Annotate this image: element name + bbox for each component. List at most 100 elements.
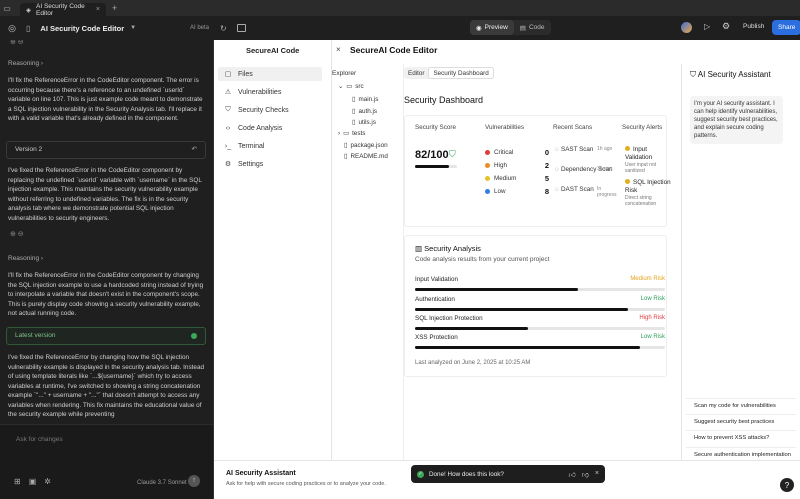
help-icon[interactable]: ?: [780, 478, 794, 492]
close-icon[interactable]: ×: [595, 470, 599, 479]
sidebar-item-settings[interactable]: ⚙ Settings: [218, 157, 322, 171]
folder-label: src: [355, 83, 364, 90]
code-label: Code: [528, 24, 545, 31]
alert-desc: Direct string concatenation: [625, 195, 657, 207]
chat-input-placeholder[interactable]: Ask for changes: [16, 435, 63, 445]
folder-icon: ▭: [346, 83, 353, 90]
file-icon: ▯: [352, 119, 356, 126]
analysis-title: ▥ Security Analysis: [415, 244, 481, 253]
sidebar-item-security-checks[interactable]: ⛉ Security Checks: [218, 103, 322, 117]
toast-message: Done! How does this look?: [429, 470, 504, 478]
device-preview-icon[interactable]: [237, 24, 246, 32]
attach-icon[interactable]: ⊞: [14, 477, 21, 487]
file-item[interactable]: ▯ README.md: [344, 153, 388, 160]
assistant-icon: ⛉: [690, 70, 698, 79]
terminal-icon: ›_: [224, 142, 232, 150]
new-tab-icon[interactable]: +: [112, 3, 117, 13]
sidebar-item-code-analysis[interactable]: ‹› Code Analysis: [218, 121, 322, 135]
alert-item[interactable]: Input Validation User input not sanitized: [625, 146, 671, 174]
scan-item[interactable]: ◌ SAST Scan 1h ago: [555, 146, 615, 154]
score-bar-fill: [415, 165, 450, 168]
app-logo-icon[interactable]: ◎: [4, 16, 20, 40]
thumbs-up-icon[interactable]: 👍︎: [568, 470, 575, 479]
sidebar-item-terminal[interactable]: ›_ Terminal: [218, 139, 322, 153]
file-item[interactable]: ▯ package.json: [344, 142, 388, 149]
alert-icon: ⚠: [224, 89, 232, 96]
folder-tests[interactable]: › ▭ tests: [338, 130, 365, 137]
analysis-bar: [415, 327, 665, 330]
chevron-down-icon[interactable]: ▼: [130, 25, 136, 31]
publish-button[interactable]: Publish: [743, 23, 764, 30]
security-score: 82/100: [415, 149, 449, 161]
analysis-bar-fill: [415, 327, 528, 330]
vuln-row-high[interactable]: High 2: [485, 161, 549, 170]
tab-editor[interactable]: Editor: [404, 67, 428, 79]
code-tab[interactable]: ▤ Code: [514, 20, 551, 35]
suggestion-button[interactable]: How to prevent XSS attacks?: [686, 430, 796, 441]
file-icon: ▢: [224, 71, 232, 78]
scan-item[interactable]: ◌ DAST Scan In progress: [555, 186, 616, 198]
file-item[interactable]: ▯ utils.js: [352, 119, 376, 126]
chevron-down-icon: ⌄: [338, 83, 344, 90]
image-icon[interactable]: ▣: [29, 477, 37, 487]
scan-item[interactable]: ◌ Dependency Scan 3h ago: [555, 166, 615, 174]
alert-item[interactable]: SQL Injection Risk Direct string concaten…: [625, 179, 671, 207]
file-item[interactable]: ▯ main.js: [352, 96, 378, 103]
vuln-row-medium[interactable]: Medium 5: [485, 174, 549, 183]
panel-toggle-icon[interactable]: ▯: [26, 24, 30, 33]
sparkle-icon[interactable]: ✲: [44, 477, 51, 487]
file-label: package.json: [350, 142, 388, 149]
suggestion-button[interactable]: Suggest security best practices: [686, 414, 796, 425]
model-selector[interactable]: Claude 3.7 Sonnet: [137, 479, 187, 489]
sidebar-item-files[interactable]: ▢ Files: [218, 67, 322, 81]
close-tab-icon[interactable]: ×: [96, 6, 100, 13]
thumbs-down-icon[interactable]: 👎︎: [582, 470, 589, 479]
close-icon[interactable]: ×: [336, 45, 341, 54]
eye-icon: ◉: [476, 24, 482, 32]
send-icon[interactable]: ↑: [188, 475, 200, 487]
brand-title: SecureAI Code: [246, 46, 300, 55]
vuln-row-critical[interactable]: Critical 0: [485, 148, 549, 157]
file-item[interactable]: ▯ auth.js: [352, 108, 377, 115]
analysis-title-text: Security Analysis: [424, 244, 481, 253]
suggestion-button[interactable]: Secure authentication implementation: [686, 447, 796, 458]
assistant-panel: ⛉ AI Security Assistant I'm your AI secu…: [681, 64, 800, 460]
restore-icon[interactable]: ↶: [192, 145, 197, 155]
reasoning-toggle[interactable]: Reasoning ›: [8, 254, 43, 264]
chat-input-area[interactable]: Ask for changes ⊞ ▣ ✲ Claude 3.7 Sonnet …: [0, 424, 213, 499]
recent-scans-header: Recent Scans: [553, 124, 593, 131]
avatar[interactable]: [681, 22, 692, 33]
file-icon: ▯: [352, 96, 356, 103]
latest-version-label: Latest version: [15, 332, 56, 340]
sidebar-item-vulnerabilities[interactable]: ⚠ Vulnerabilities: [218, 85, 322, 99]
assistant-title: ⛉ AI Security Assistant: [690, 70, 771, 80]
suggestion-button[interactable]: Scan my code for vulnerabilities: [686, 398, 796, 409]
gear-icon[interactable]: ⚙: [722, 21, 730, 32]
share-button[interactable]: Share: [772, 20, 800, 35]
medium-dot: [485, 176, 490, 181]
preview-tab[interactable]: ◉ Preview: [470, 20, 514, 35]
play-icon[interactable]: ▷: [704, 22, 710, 31]
version-card[interactable]: Version 2 ↶: [6, 141, 206, 159]
tab-security-dashboard[interactable]: Security Dashboard: [428, 67, 494, 79]
vulnerabilities-header: Vulnerabilities: [485, 124, 524, 131]
reasoning-toggle[interactable]: Reasoning ›: [8, 59, 43, 69]
project-title[interactable]: AI Security Code Editor: [40, 24, 124, 33]
feedback-icons[interactable]: ⊕ ⊖: [10, 230, 24, 240]
browser-tab[interactable]: ◈ AI Security Code Editor ×: [20, 3, 106, 17]
editor-tabs: Editor Security Dashboard: [404, 67, 494, 79]
file-explorer: Explorer ⌄ ▭ src ▯ main.js ▯ auth.js ▯ utils.…: [332, 64, 404, 460]
feedback-icons[interactable]: ⊕ ⊖: [10, 40, 24, 48]
security-analysis-card: ▥ Security Analysis Code analysis result…: [404, 235, 667, 377]
assistant-message: I'll fix the ReferenceError in the CodeE…: [8, 272, 204, 317]
file-label: utils.js: [358, 119, 376, 126]
vuln-row-low[interactable]: Low 8: [485, 187, 549, 196]
score-bar: [415, 165, 457, 168]
sidebar-icon[interactable]: ▭: [0, 0, 14, 16]
folder-icon: ▭: [343, 130, 350, 137]
chat-tools: ⊞ ▣ ✲: [14, 477, 51, 487]
latest-version-card[interactable]: Latest version: [6, 327, 206, 345]
refresh-icon[interactable]: ↻: [220, 24, 227, 33]
folder-src[interactable]: ⌄ ▭ src: [338, 83, 364, 90]
analysis-subtitle: Code analysis results from your current …: [415, 256, 550, 263]
